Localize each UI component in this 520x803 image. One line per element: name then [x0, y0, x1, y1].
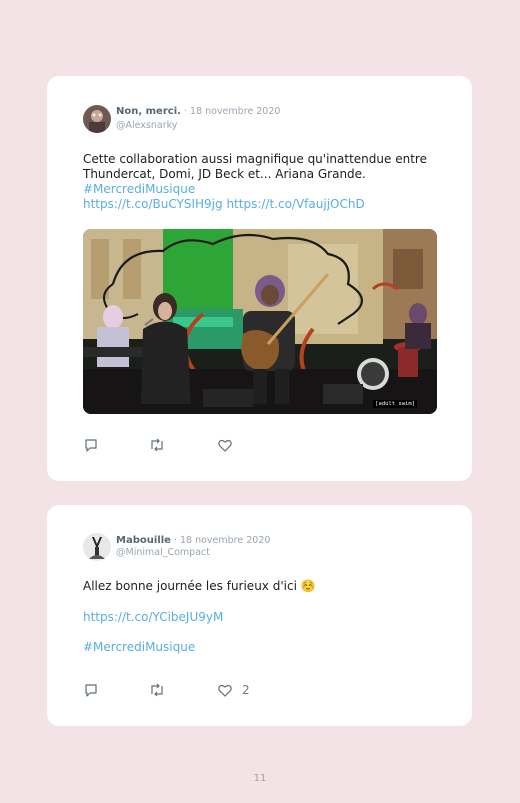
avatar[interactable] [83, 105, 111, 133]
author-handle[interactable]: @Alexsnarky [116, 120, 177, 131]
like-count: 2 [242, 683, 250, 697]
author-handle[interactable]: @Minimal_Compact [116, 547, 210, 558]
tweet-text: Allez bonne journée les furieux d'ici ☺️ [83, 579, 316, 593]
retweet-icon[interactable] [149, 682, 165, 698]
tweet-text: Cette collaboration aussi magnifique qu'… [83, 152, 443, 212]
tweet-link[interactable]: https://t.co/VfaujjOChD [226, 197, 364, 211]
avatar[interactable] [83, 533, 111, 561]
author-line: Mabouille · 18 novembre 2020 [116, 535, 270, 546]
reply-icon[interactable] [83, 437, 99, 453]
tweet-date[interactable]: · 18 novembre 2020 [181, 106, 280, 117]
tweet-card: Non, merci. · 18 novembre 2020 @Alexsnar… [47, 76, 472, 481]
media-watermark: [adult swim] [373, 400, 417, 408]
tweet-text-line: Cette collaboration aussi magnifique qu'… [83, 152, 427, 166]
tweet-link[interactable]: https://t.co/BuCYSIH9jg [83, 197, 223, 211]
author-name[interactable]: Mabouille [116, 535, 171, 546]
hashtag-link[interactable]: #MercrediMusique [83, 182, 443, 197]
author-line: Non, merci. · 18 novembre 2020 [116, 106, 280, 117]
retweet-icon[interactable] [149, 437, 165, 453]
tweet-date[interactable]: · 18 novembre 2020 [171, 535, 270, 546]
reply-icon[interactable] [83, 682, 99, 698]
media-image [83, 229, 437, 414]
page-number: 11 [253, 773, 267, 784]
tweet-card: Mabouille · 18 novembre 2020 @Minimal_Co… [47, 505, 472, 726]
hashtag-link[interactable]: #MercrediMusique [83, 640, 443, 655]
heart-icon[interactable] [217, 437, 233, 453]
tweet-link[interactable]: https://t.co/YCibeJU9yM [83, 610, 443, 625]
tweet-media[interactable]: [adult swim] [83, 229, 437, 414]
author-name[interactable]: Non, merci. [116, 106, 181, 117]
tweet-text-line: Thundercat, Domi, JD Beck et... Ariana G… [83, 167, 366, 181]
heart-icon[interactable] [217, 682, 233, 698]
